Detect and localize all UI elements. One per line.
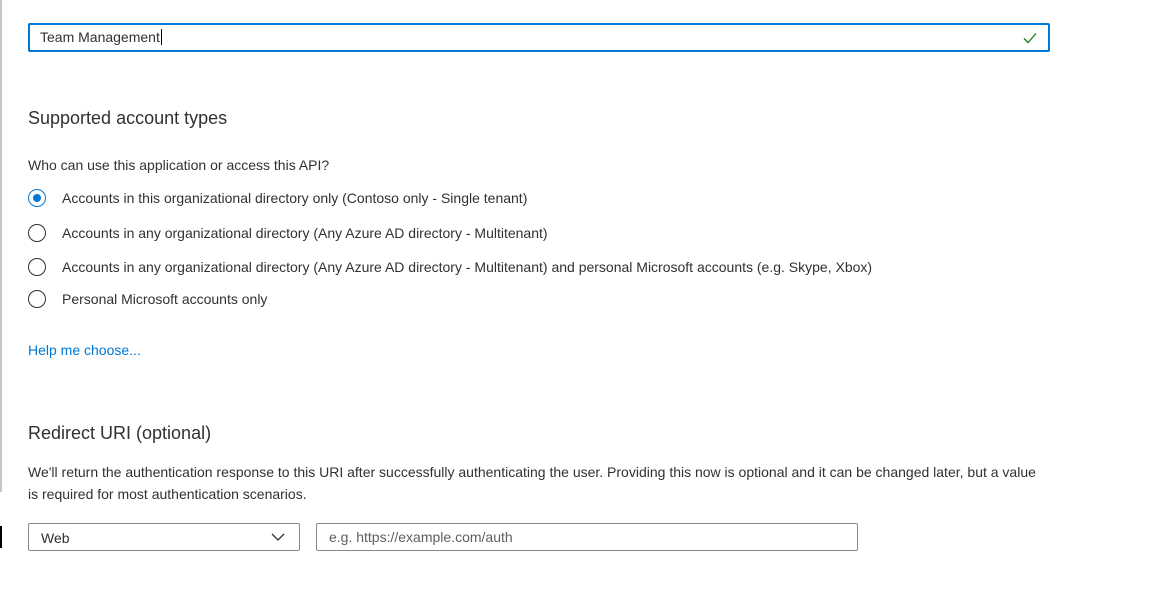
redirect-uri-title: Redirect URI (optional)	[28, 423, 212, 443]
platform-select-value: Web	[41, 530, 70, 546]
left-divider	[0, 0, 2, 492]
radio-button[interactable]	[28, 290, 46, 308]
text-cursor-marker	[0, 526, 2, 548]
account-types-title: Supported account types	[28, 108, 228, 128]
app-name-field[interactable]: Team Management	[28, 23, 1050, 52]
radio-button[interactable]	[28, 258, 46, 276]
radio-button-checked[interactable]	[28, 189, 46, 207]
text-caret	[160, 29, 162, 45]
app-name-value[interactable]: Team Management	[40, 29, 162, 45]
radio-option-personal-only[interactable]: Personal Microsoft accounts only	[28, 288, 267, 310]
radio-label: Personal Microsoft accounts only	[62, 291, 268, 307]
redirect-uri-input[interactable]	[316, 523, 858, 551]
radio-button[interactable]	[28, 224, 46, 242]
checkmark-icon	[1023, 33, 1037, 44]
radio-option-single-tenant[interactable]: Accounts in this organizational director…	[28, 187, 527, 209]
app-registration-form: Team Management Supported account types …	[0, 0, 1170, 606]
redirect-uri-description: We'll return the authentication response…	[28, 464, 1036, 502]
chevron-down-icon	[271, 533, 285, 541]
help-me-choose-link[interactable]: Help me choose...	[28, 342, 141, 358]
platform-select[interactable]: Web	[28, 523, 300, 551]
radio-label: Accounts in any organizational directory…	[62, 259, 873, 275]
radio-label: Accounts in this organizational director…	[62, 190, 528, 206]
account-types-question: Who can use this application or access t…	[28, 157, 330, 173]
radio-label: Accounts in any organizational directory…	[62, 225, 548, 241]
radio-option-multitenant-personal[interactable]: Accounts in any organizational directory…	[28, 256, 872, 278]
radio-option-multitenant[interactable]: Accounts in any organizational directory…	[28, 222, 548, 244]
